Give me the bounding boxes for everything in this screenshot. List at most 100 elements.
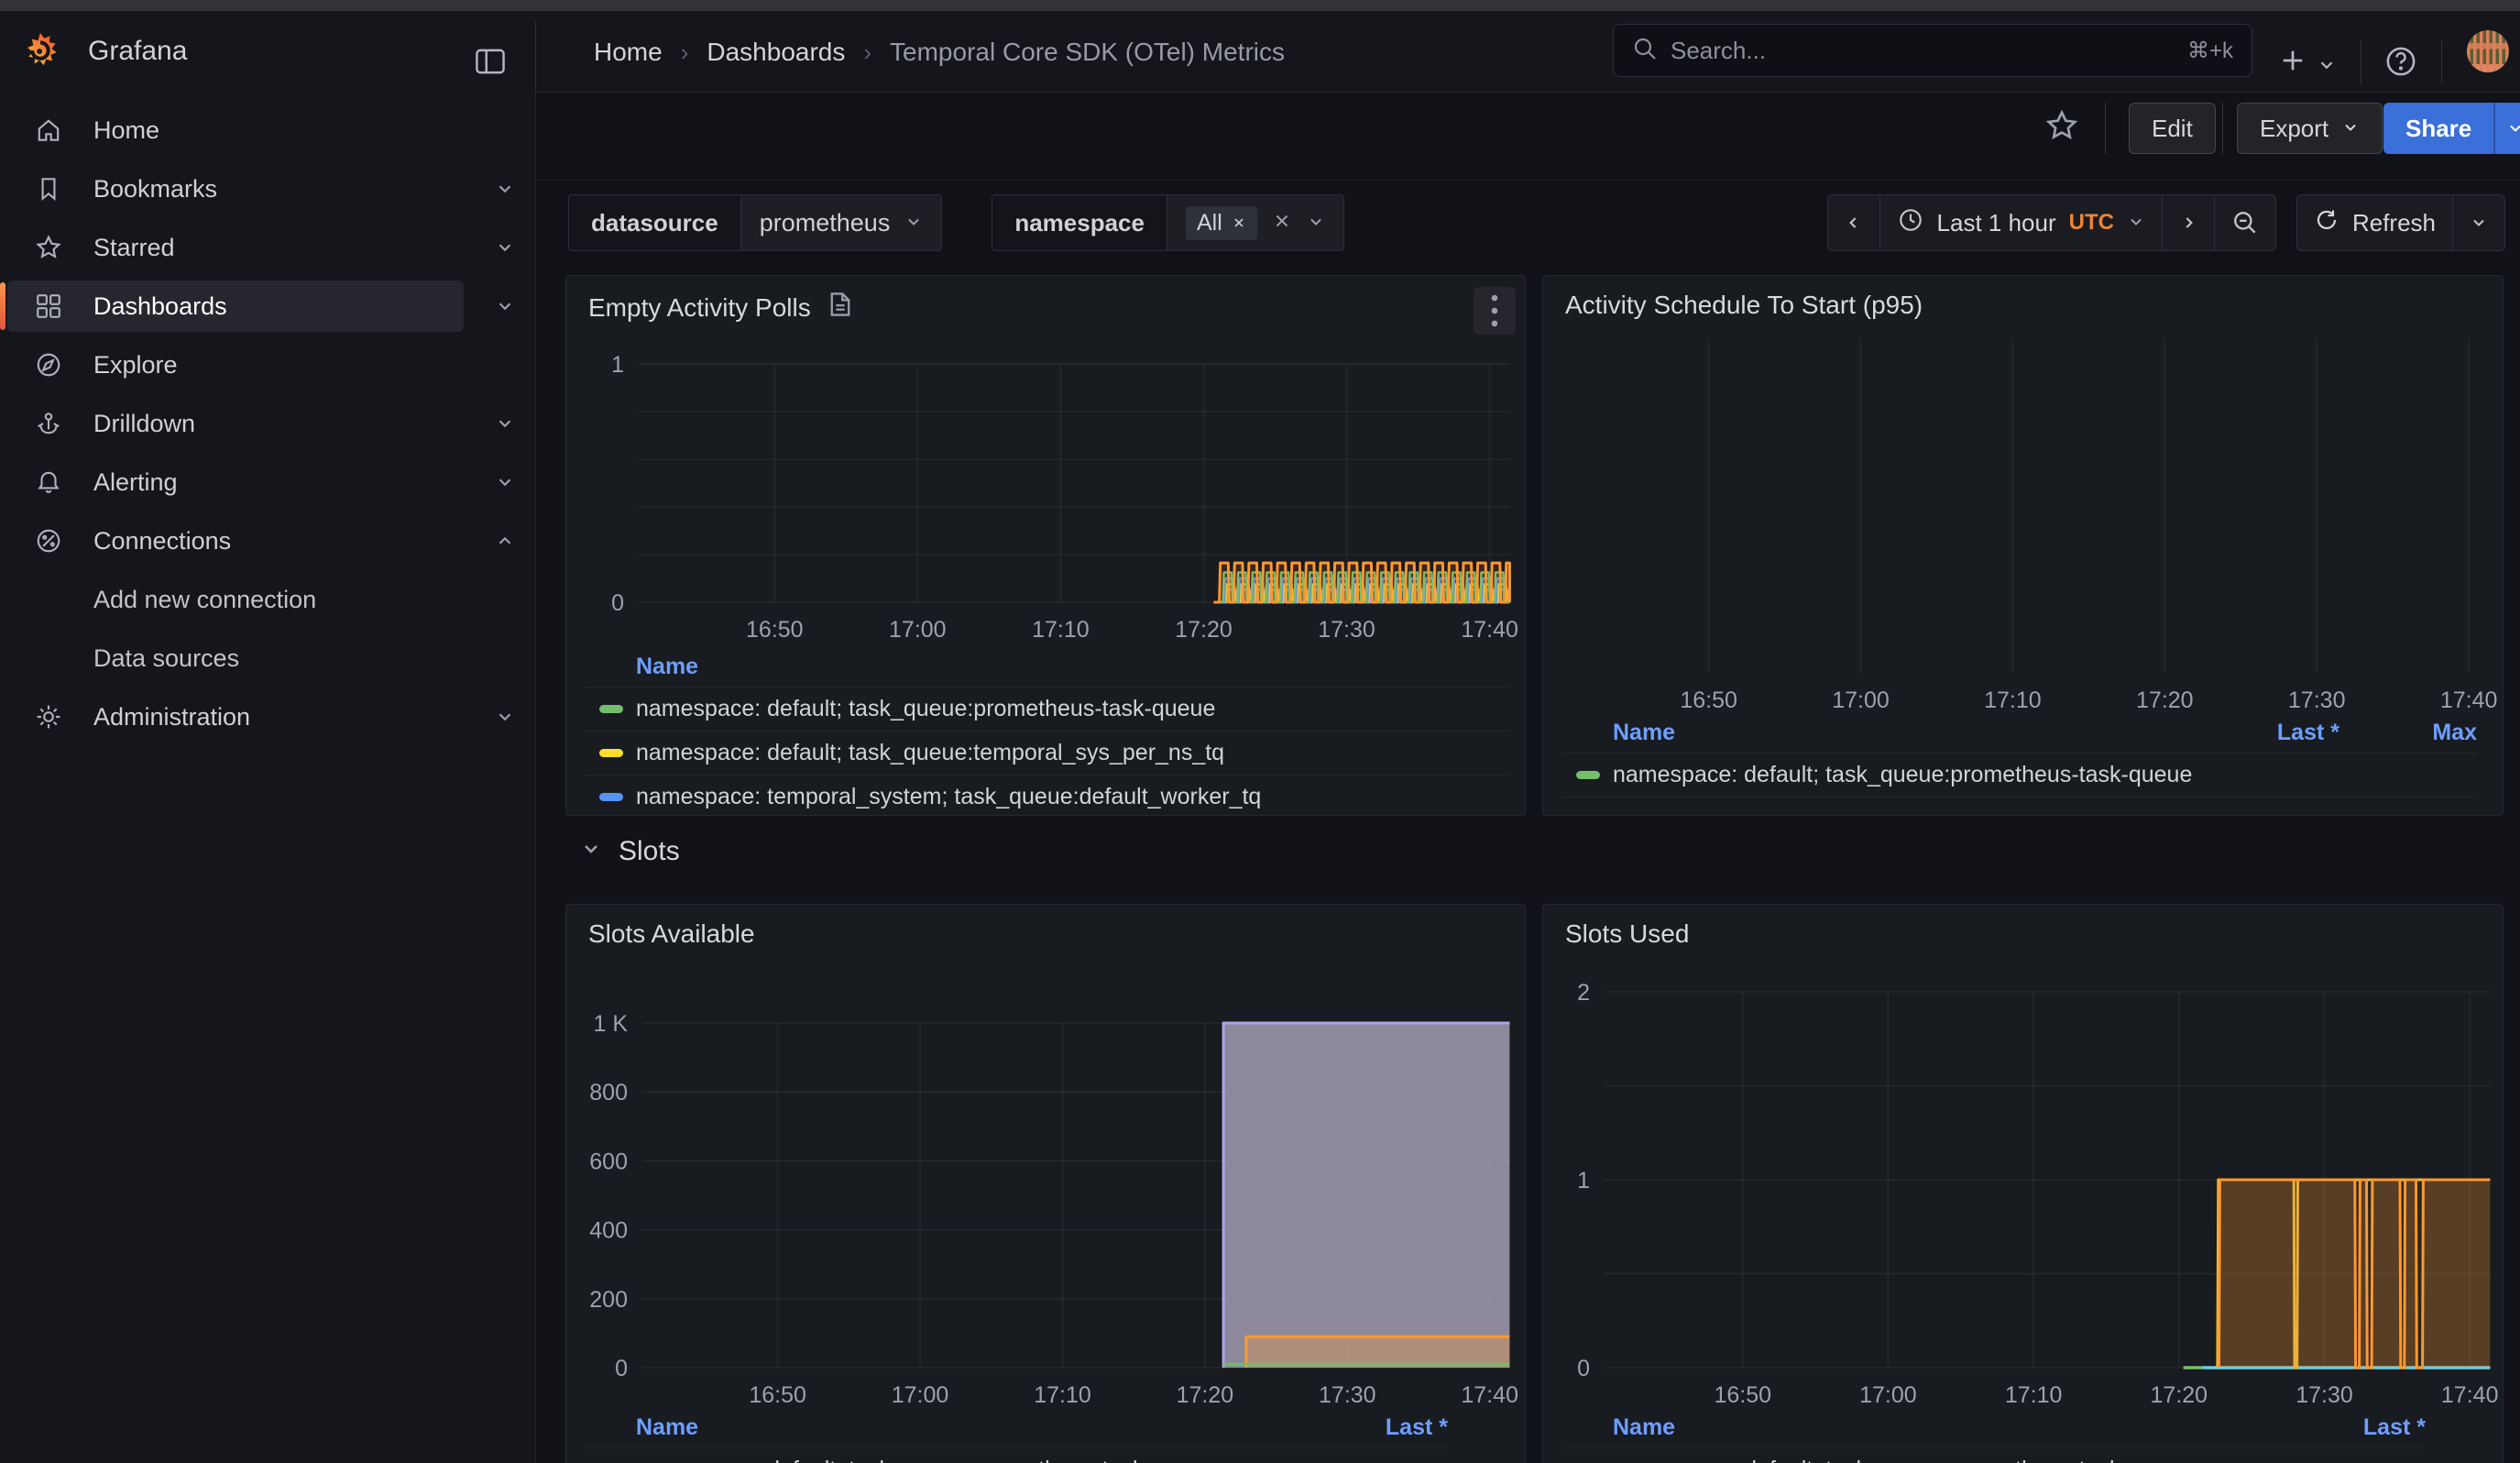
legend-header: Name Last *Max: [1561, 712, 2477, 753]
chevron-down-icon[interactable]: [484, 456, 526, 508]
grafana-logo-icon[interactable]: [20, 31, 60, 72]
chevron-down-icon[interactable]: [484, 163, 526, 214]
timeseries-chart[interactable]: 16:5017:0017:1017:2017:3017:401 K8006004…: [566, 905, 1526, 1463]
svg-text:17:00: 17:00: [1859, 1382, 1917, 1408]
legend-value-header[interactable]: Last *: [2288, 1414, 2426, 1441]
bell-icon: [35, 468, 62, 496]
svg-text:17:30: 17:30: [1318, 617, 1375, 643]
user-avatar[interactable]: [2467, 30, 2509, 72]
panel-title[interactable]: Slots Available: [588, 919, 755, 949]
legend-name-header[interactable]: Name: [1561, 1414, 2288, 1441]
legend-value-header[interactable]: Last *: [2202, 720, 2339, 746]
timeseries-chart[interactable]: 16:5017:0017:1017:2017:3017:40210: [1543, 905, 2504, 1463]
chevron-down-icon[interactable]: [484, 222, 526, 273]
dashboard-toolbar: Edit Export Share: [536, 92, 2520, 181]
legend-header: Name Last *: [585, 1407, 1448, 1447]
breadcrumb-separator: ›: [863, 38, 871, 67]
svg-text:17:30: 17:30: [1319, 1382, 1376, 1408]
sidebar-item-drilldown[interactable]: Drilldown: [7, 398, 464, 449]
time-shift-back-button[interactable]: [1828, 195, 1879, 250]
svg-text:17:10: 17:10: [1984, 688, 2042, 713]
chevron-up-icon[interactable]: [484, 515, 526, 566]
remove-chip-icon[interactable]: [1232, 210, 1246, 236]
sidebar-toggle-icon[interactable]: [475, 48, 506, 80]
sidebar-item-administration[interactable]: Administration: [7, 691, 464, 742]
legend-series-label[interactable]: namespace: default; task_queue:prometheu…: [636, 1457, 1310, 1463]
legend-series-label[interactable]: namespace: default; task_queue:prometheu…: [1613, 1457, 2288, 1463]
sidebar-item-home[interactable]: Home: [7, 104, 464, 156]
legend-name-header[interactable]: Name: [585, 1414, 1310, 1441]
panel-empty-activity-polls: 16:5017:0017:1017:2017:3017:4010 Empty A…: [565, 275, 1526, 816]
svg-text:17:20: 17:20: [2151, 1382, 2208, 1408]
sidebar-item-data-sources[interactable]: Data sources: [7, 632, 464, 684]
legend-value-header[interactable]: Last *: [1310, 1414, 1448, 1441]
home-icon: [35, 116, 62, 144]
namespace-filter-chip[interactable]: All: [1186, 206, 1257, 240]
panel-title[interactable]: Slots Used: [1565, 919, 1689, 949]
time-shift-forward-button[interactable]: [2162, 195, 2214, 250]
chevron-down-icon[interactable]: [484, 691, 526, 742]
svg-text:17:10: 17:10: [1034, 1382, 1091, 1408]
sidebar-item-explore[interactable]: Explore: [7, 339, 464, 390]
search-input[interactable]: Search... ⌘+k: [1613, 24, 2252, 77]
sidebar-item-bookmarks[interactable]: Bookmarks: [7, 163, 464, 214]
help-icon[interactable]: [2384, 45, 2417, 82]
active-indicator: [0, 282, 5, 330]
chevron-down-icon: [2127, 209, 2145, 237]
legend-series-label[interactable]: namespace: temporal_system; task_queue:d…: [636, 784, 1510, 810]
datasource-filter[interactable]: datasource prometheus: [568, 194, 942, 251]
refresh-icon: [2314, 207, 2339, 239]
legend-series-label[interactable]: namespace: default; task_queue:prometheu…: [636, 696, 1510, 722]
refresh-interval-button[interactable]: [2452, 195, 2504, 250]
time-range-picker[interactable]: Last 1 hour UTC: [1879, 195, 2162, 250]
row-section-slots[interactable]: Slots: [580, 836, 680, 867]
sidebar-item-dashboards[interactable]: Dashboards: [7, 280, 464, 332]
chevron-down-icon[interactable]: [484, 398, 526, 449]
panel-title[interactable]: Activity Schedule To Start (p95): [1565, 291, 1923, 320]
namespace-filter-value[interactable]: All: [1167, 195, 1343, 250]
svg-text:16:50: 16:50: [1715, 1382, 1772, 1408]
chevron-down-icon[interactable]: [484, 280, 526, 332]
refresh-group: Refresh: [2296, 194, 2505, 251]
sidebar-item-starred[interactable]: Starred: [7, 222, 464, 273]
legend-series-label[interactable]: namespace: default; task_queue:prometheu…: [1613, 762, 2202, 788]
legend-series-label[interactable]: namespace: default; task_queue:temporal_…: [636, 740, 1510, 766]
chevron-down-icon[interactable]: [1307, 209, 1325, 237]
chevron-down-icon: [904, 209, 923, 237]
sidebar-item-add-new-connection[interactable]: Add new connection: [7, 574, 464, 625]
legend-value-header[interactable]: Max: [2339, 720, 2477, 746]
svg-text:17:40: 17:40: [2441, 1382, 2499, 1408]
favorite-star-icon[interactable]: [2044, 108, 2079, 148]
namespace-filter[interactable]: namespace All: [992, 194, 1343, 251]
legend-name-header[interactable]: Name: [585, 654, 1510, 680]
share-button[interactable]: Share: [2383, 103, 2493, 154]
share-menu-button[interactable]: [2493, 103, 2520, 154]
clear-filter-icon[interactable]: [1272, 209, 1292, 237]
breadcrumb-home[interactable]: Home: [594, 38, 663, 67]
series-color-pill: [599, 793, 623, 801]
export-button[interactable]: Export: [2237, 103, 2383, 154]
svg-text:1 K: 1 K: [593, 1011, 628, 1037]
time-range-group: Last 1 hour UTC: [1827, 194, 2276, 251]
edit-button[interactable]: Edit: [2129, 103, 2216, 154]
sidebar-item-connections[interactable]: Connections: [7, 515, 464, 566]
refresh-button[interactable]: Refresh: [2297, 195, 2452, 250]
legend-name-header[interactable]: Name: [1561, 720, 2202, 746]
zoom-out-button[interactable]: [2214, 195, 2275, 250]
bookmark-icon: [35, 175, 62, 203]
breadcrumb-current: Temporal Core SDK (OTel) Metrics: [890, 38, 1285, 67]
add-new-button[interactable]: [2278, 46, 2307, 80]
sidebar-item-alerting[interactable]: Alerting: [7, 456, 464, 508]
panel-title[interactable]: Empty Activity Polls: [588, 291, 853, 324]
svg-text:1: 1: [1577, 1168, 1590, 1194]
datasource-filter-value[interactable]: prometheus: [740, 195, 942, 250]
svg-text:800: 800: [589, 1080, 628, 1106]
panel-description-icon[interactable]: [827, 291, 853, 324]
grafana-dashboard-screen: Grafana Home › Dashboards › Temporal Cor…: [0, 0, 2520, 1463]
sidebar-item-label: Administration: [93, 703, 250, 732]
panel-menu-button[interactable]: [1474, 287, 1516, 335]
breadcrumb-dashboards[interactable]: Dashboards: [707, 38, 845, 67]
svg-text:17:20: 17:20: [1175, 617, 1233, 643]
chevron-down-icon[interactable]: [2317, 55, 2337, 80]
legend-row: namespace: default; task_queue:prometheu…: [1561, 753, 2477, 798]
